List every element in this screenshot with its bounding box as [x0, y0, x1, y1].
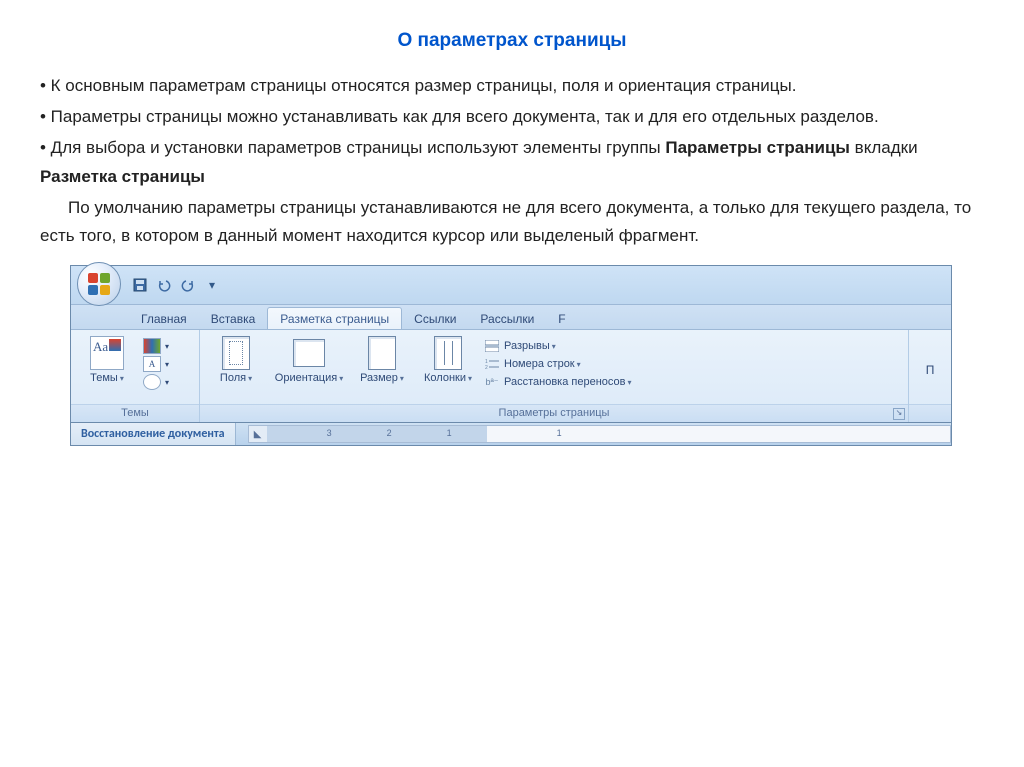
redo-icon[interactable]	[179, 276, 197, 294]
line-numbers-icon: 12	[484, 356, 500, 372]
group-cut-right: П	[909, 330, 951, 422]
theme-fonts-button[interactable]: A▾	[143, 356, 169, 372]
horizontal-ruler[interactable]: ◣ 3 2 1 1	[248, 425, 951, 443]
tab-page-layout[interactable]: Разметка страницы	[267, 307, 402, 329]
tab-references[interactable]: Ссылки	[402, 308, 468, 329]
group-label-page-setup: Параметры страницы ↘	[200, 404, 908, 422]
word-ribbon-screenshot: ▾ Главная Вставка Разметка страницы Ссыл…	[70, 265, 952, 446]
chevron-down-icon: ▾	[165, 378, 169, 387]
chevron-down-icon: ▾	[165, 342, 169, 351]
truncated-label: П	[926, 363, 935, 377]
office-button[interactable]	[77, 262, 121, 306]
theme-effects-button[interactable]: ▾	[143, 374, 169, 390]
breaks-icon	[484, 338, 500, 354]
margins-button[interactable]: Поля	[206, 336, 266, 384]
tab-mailings[interactable]: Рассылки	[468, 308, 546, 329]
group-themes: Aa Темы ▾ A▾ ▾ Темы	[71, 330, 200, 422]
undo-icon[interactable]	[155, 276, 173, 294]
save-icon[interactable]	[131, 276, 149, 294]
bullet-2: • Параметры страницы можно устанавливать…	[40, 103, 984, 132]
page-title: О параметрах страницы	[40, 30, 984, 52]
chevron-down-icon: ▾	[165, 360, 169, 369]
line-numbers-button[interactable]: 12 Номера строк	[484, 356, 632, 372]
size-button[interactable]: Размер	[352, 336, 412, 384]
bullet-1: • К основным параметрам страницы относят…	[40, 72, 984, 101]
breaks-button[interactable]: Разрывы	[484, 338, 632, 354]
orientation-button[interactable]: Ориентация	[272, 336, 346, 384]
dialog-launcher-icon[interactable]: ↘	[893, 408, 905, 420]
hyphenation-icon: bª⁻	[484, 374, 500, 390]
svg-text:2: 2	[485, 365, 488, 370]
group-page-setup: Поля Ориентация Размер Колонки	[200, 330, 909, 422]
bullet-3: • Для выбора и установки параметров стра…	[40, 134, 984, 192]
ribbon-tabs: Главная Вставка Разметка страницы Ссылки…	[71, 305, 951, 330]
tab-insert[interactable]: Вставка	[199, 308, 268, 329]
columns-button[interactable]: Колонки	[418, 336, 478, 384]
ribbon-body: Aa Темы ▾ A▾ ▾ Темы Поля Ориентац	[71, 330, 951, 422]
title-bar: ▾	[71, 266, 951, 305]
qat-dropdown-icon[interactable]: ▾	[203, 276, 221, 294]
theme-colors-button[interactable]: ▾	[143, 338, 169, 354]
ruler-corner-icon[interactable]: ◣	[249, 426, 268, 442]
document-recovery-pane[interactable]: Восстановление документа	[71, 423, 236, 445]
body-text: • К основным параметрам страницы относят…	[40, 72, 984, 251]
group-label-themes: Темы	[71, 404, 199, 422]
hyphenation-button[interactable]: bª⁻ Расстановка переносов	[484, 374, 632, 390]
tab-home[interactable]: Главная	[129, 308, 199, 329]
themes-button[interactable]: Aa Темы	[77, 336, 137, 384]
tab-more[interactable]: F	[546, 308, 577, 329]
quick-access-toolbar: ▾	[131, 276, 221, 294]
paragraph-default: По умолчанию параметры страницы устанавл…	[40, 194, 984, 252]
status-bar: Восстановление документа ◣ 3 2 1 1	[71, 422, 951, 445]
